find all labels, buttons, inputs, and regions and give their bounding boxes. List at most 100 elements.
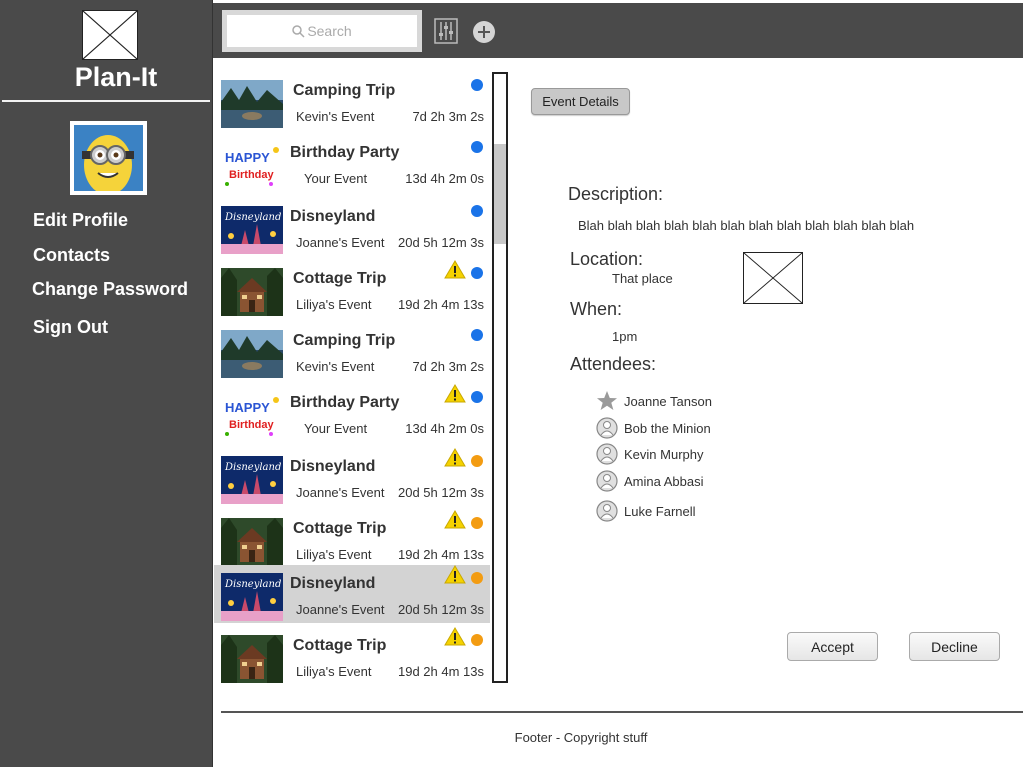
- event-list-item[interactable]: Disneyland Disneyland Joanne's Event 20d 5h…: [214, 448, 490, 506]
- logo-placeholder-icon: [82, 10, 138, 60]
- warning-icon: [444, 565, 466, 584]
- event-owner: Liliya's Event: [296, 664, 372, 679]
- event-countdown: 20d 5h 12m 3s: [397, 235, 484, 250]
- decline-button[interactable]: Decline: [909, 632, 1000, 661]
- attendee-row: Amina Abbasi: [596, 470, 704, 492]
- event-thumbnail-birthday-icon: HAPPY Birthday: [221, 392, 283, 440]
- event-thumbnail-disney-icon: Disneyland: [221, 206, 283, 254]
- event-countdown: 19d 2h 4m 13s: [397, 297, 484, 312]
- event-countdown: 7d 2h 3m 2s: [412, 109, 484, 124]
- sidebar-item-contacts[interactable]: Contacts: [33, 245, 110, 266]
- event-countdown: 13d 4h 2m 0s: [405, 171, 484, 186]
- status-dot-blue-icon: [471, 141, 483, 153]
- event-title: Cottage Trip: [293, 520, 387, 537]
- search-input[interactable]: Search: [227, 15, 417, 47]
- search-placeholder: Search: [307, 23, 352, 39]
- event-owner: Kevin's Event: [296, 359, 375, 374]
- event-list-item[interactable]: HAPPY Birthday Birthday Party Your Event 13d…: [214, 134, 490, 192]
- warning-icon: [444, 384, 466, 403]
- event-countdown: 7d 2h 3m 2s: [412, 359, 484, 374]
- status-dot-orange-icon: [471, 634, 483, 646]
- event-thumbnail-cottage-icon: [221, 635, 283, 683]
- event-owner: Joanne's Event: [296, 485, 385, 500]
- status-dot-blue-icon: [471, 79, 483, 91]
- svg-text:Birthday: Birthday: [229, 169, 275, 181]
- footer-text: Footer - Copyright stuff: [514, 730, 648, 745]
- status-dot-blue-icon: [471, 205, 483, 217]
- status-dot-blue-icon: [471, 267, 483, 279]
- scrollbar-thumb[interactable]: [494, 144, 506, 244]
- event-owner: Your Event: [304, 421, 368, 436]
- user-icon: [596, 417, 618, 439]
- attendee-name: Amina Abbasi: [624, 473, 704, 489]
- event-list-item[interactable]: Cottage Trip Liliya's Event 19d 2h 4m 13s: [214, 260, 490, 318]
- attendee-name: Bob the Minion: [624, 420, 711, 436]
- avatar[interactable]: [70, 121, 147, 195]
- attendee-name: Joanne Tanson: [624, 393, 712, 409]
- event-list-scrollbar[interactable]: [492, 72, 508, 683]
- event-title: Birthday Party: [290, 144, 400, 161]
- top-bar: Search: [213, 3, 1023, 58]
- event-details-button[interactable]: Event Details: [531, 88, 630, 115]
- attendee-row: Joanne Tanson: [596, 390, 712, 412]
- warning-icon: [444, 510, 466, 529]
- event-list-item[interactable]: Camping Trip Kevin's Event 7d 2h 3m 2s: [214, 322, 490, 380]
- status-dot-blue-icon: [471, 391, 483, 403]
- event-countdown: 20d 5h 12m 3s: [397, 485, 484, 500]
- svg-text:HAPPY: HAPPY: [225, 400, 270, 415]
- status-dot-orange-icon: [471, 572, 483, 584]
- event-title: Cottage Trip: [293, 637, 387, 654]
- sidebar-item-sign-out[interactable]: Sign Out: [33, 317, 108, 338]
- event-owner: Your Event: [304, 171, 368, 186]
- event-list-item[interactable]: Camping Trip Kevin's Event 7d 2h 3m 2s: [214, 72, 490, 130]
- when-text: 1pm: [612, 329, 638, 344]
- status-dot-blue-icon: [471, 329, 483, 341]
- svg-text:Disneyland: Disneyland: [224, 212, 281, 223]
- when-label: When:: [570, 299, 623, 319]
- event-countdown: 20d 5h 12m 3s: [397, 602, 484, 617]
- event-title: Disneyland: [290, 575, 376, 592]
- warning-icon: [444, 260, 466, 279]
- event-countdown: 13d 4h 2m 0s: [405, 421, 484, 436]
- event-title: Camping Trip: [293, 332, 396, 349]
- event-thumbnail-birthday-icon: HAPPY Birthday: [221, 142, 283, 190]
- event-list-item[interactable]: HAPPY Birthday Birthday Party Your Event 13d…: [214, 384, 490, 442]
- sidebar-divider: [2, 100, 210, 102]
- attendee-row: Luke Farnell: [596, 500, 696, 522]
- attendee-name: Kevin Murphy: [624, 446, 704, 462]
- app-title: Plan-It: [74, 62, 158, 92]
- event-list-item[interactable]: Disneyland Disneyland Joanne's Event 20d 5h…: [214, 198, 490, 256]
- event-list-item[interactable]: Cottage Trip Liliya's Event 19d 2h 4m 13s: [214, 627, 490, 685]
- attendee-row: Bob the Minion: [596, 417, 711, 439]
- event-owner: Kevin's Event: [296, 109, 375, 124]
- event-list: Camping Trip Kevin's Event 7d 2h 3m 2s HAPP…: [214, 72, 492, 684]
- search-box[interactable]: Search: [222, 10, 422, 52]
- event-list-item[interactable]: Disneyland Disneyland Joanne's Event 20d 5h…: [214, 565, 490, 623]
- location-label: Location:: [570, 249, 644, 269]
- event-title: Disneyland: [290, 458, 376, 475]
- warning-icon: [444, 627, 466, 646]
- event-thumbnail-camping-icon: [221, 330, 283, 378]
- status-dot-orange-icon: [471, 455, 483, 467]
- event-list-item[interactable]: Cottage Trip Liliya's Event 19d 2h 4m 13s: [214, 510, 490, 568]
- event-owner: Liliya's Event: [296, 547, 372, 562]
- footer-divider: [221, 711, 1023, 713]
- location-text: That place: [612, 271, 673, 286]
- event-owner: Joanne's Event: [296, 602, 385, 617]
- accept-button[interactable]: Accept: [787, 632, 878, 661]
- event-title: Disneyland: [290, 208, 376, 225]
- sidebar-item-change-password[interactable]: Change Password: [32, 279, 188, 300]
- svg-text:Disneyland: Disneyland: [224, 579, 281, 590]
- add-event-icon[interactable]: [473, 21, 495, 43]
- sidebar-item-edit-profile[interactable]: Edit Profile: [33, 210, 128, 231]
- svg-text:Birthday: Birthday: [229, 419, 275, 431]
- filter-sliders-icon[interactable]: [434, 18, 458, 44]
- event-countdown: 19d 2h 4m 13s: [397, 664, 484, 679]
- event-thumbnail-disney-icon: Disneyland: [221, 456, 283, 504]
- event-thumbnail-camping-icon: [221, 80, 283, 128]
- user-icon: [596, 443, 618, 465]
- svg-text:HAPPY: HAPPY: [225, 150, 270, 165]
- event-title: Cottage Trip: [293, 270, 387, 287]
- warning-icon: [444, 448, 466, 467]
- search-icon: [292, 24, 305, 38]
